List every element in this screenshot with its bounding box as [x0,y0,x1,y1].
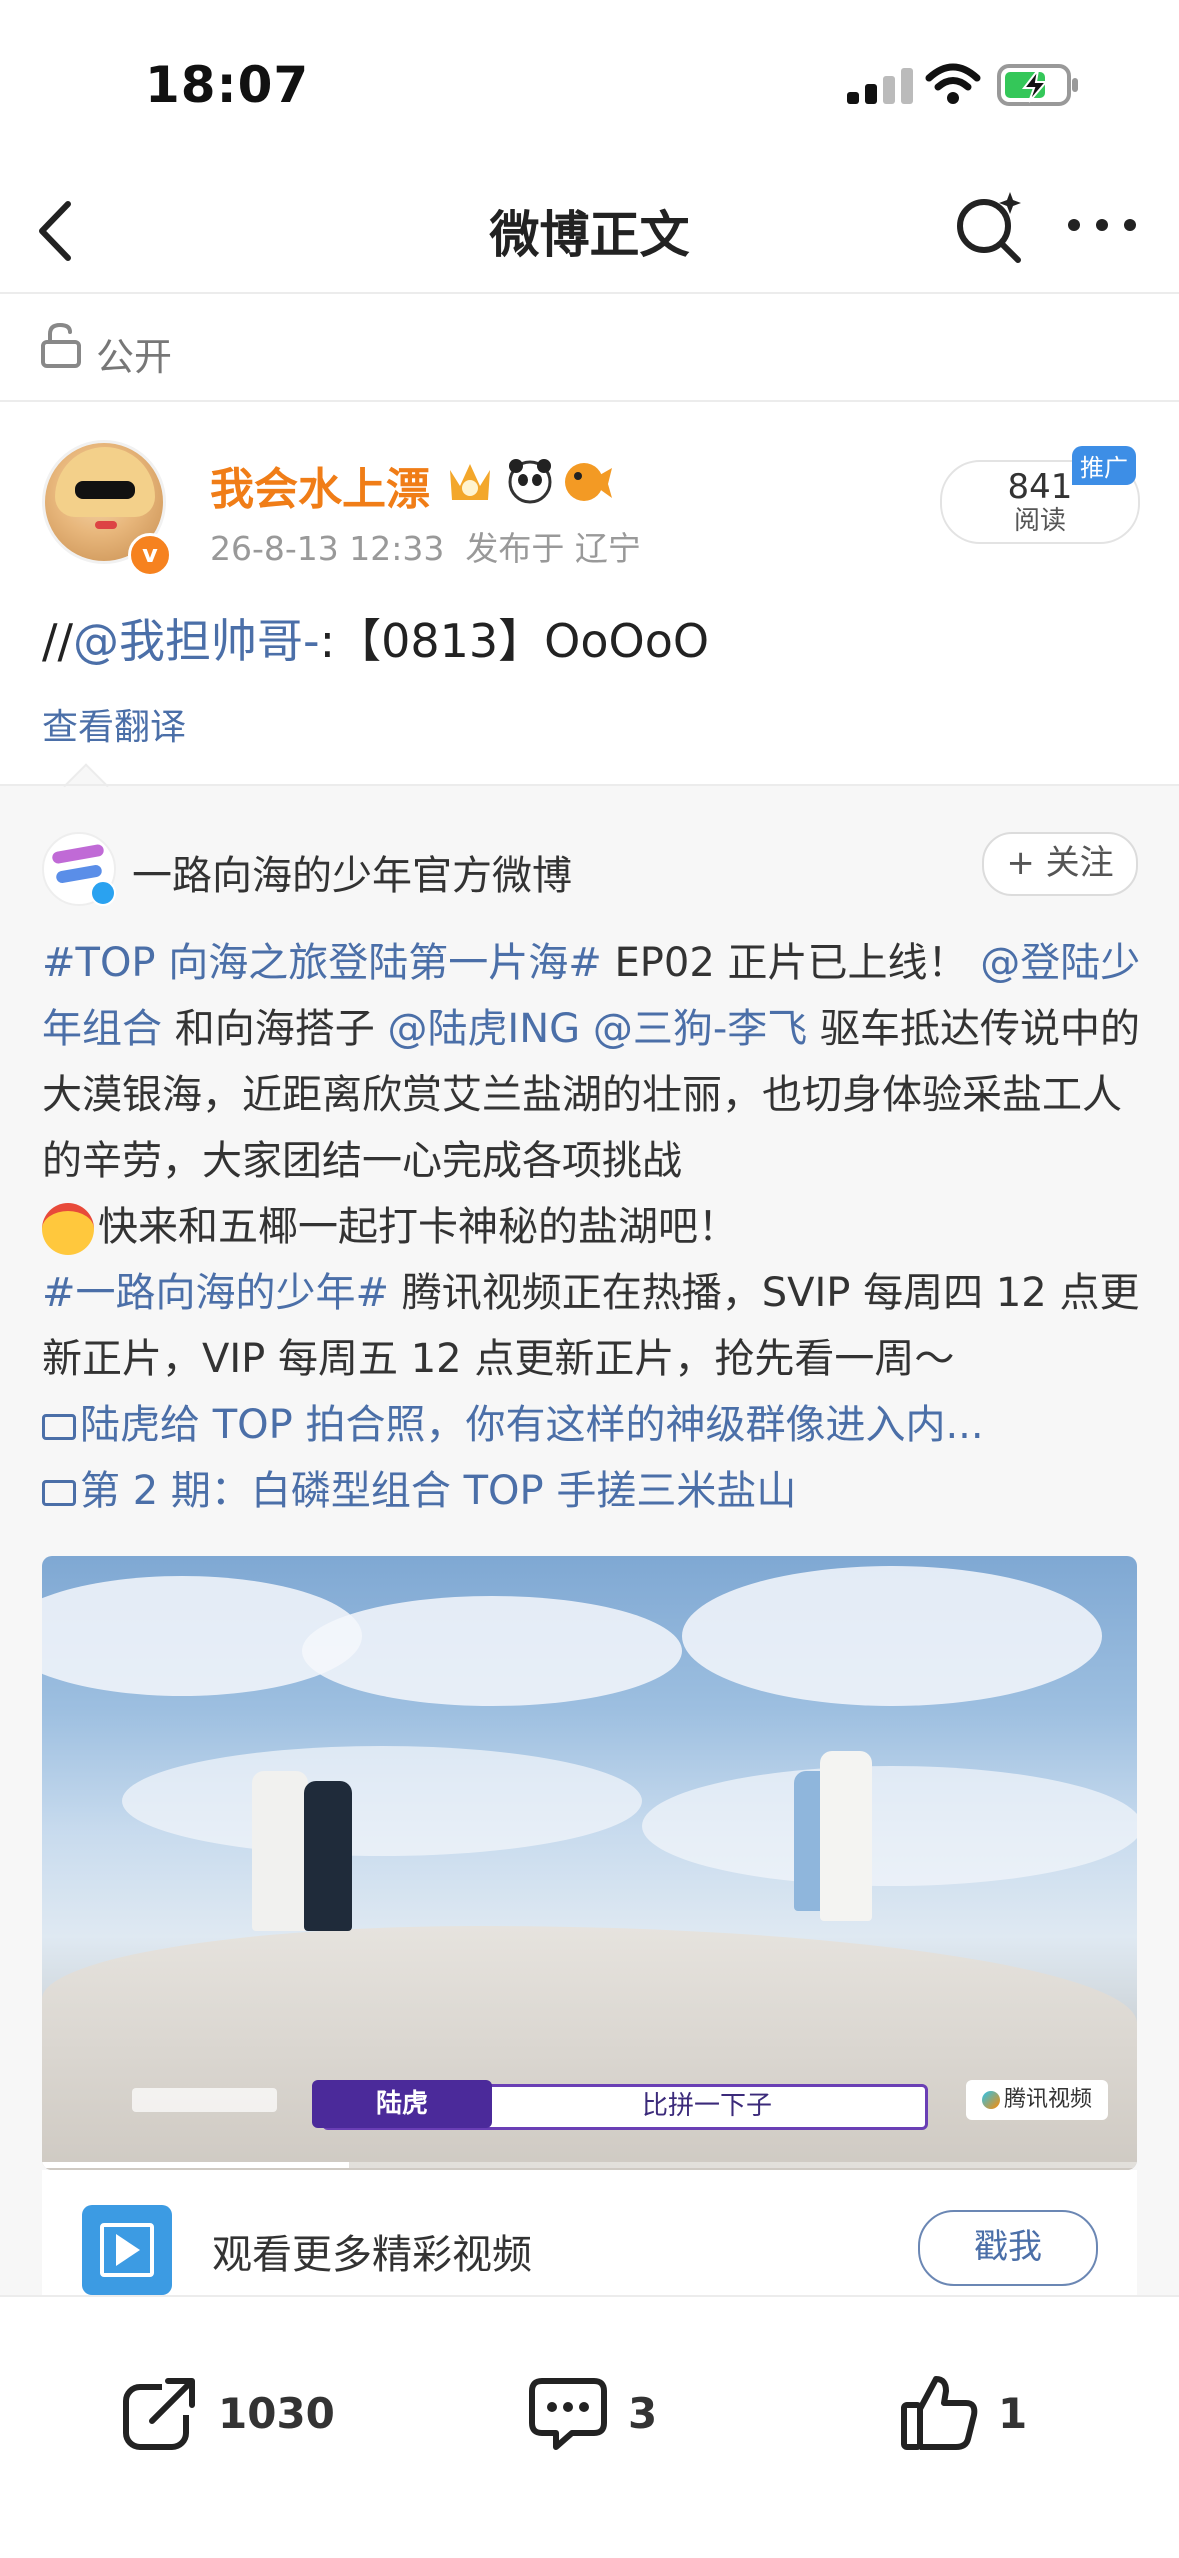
video-progress[interactable] [42,2162,1137,2168]
promo-tag[interactable]: 推广 [1072,446,1136,485]
video-player-icon [82,2205,172,2295]
search-sparkle-icon[interactable] [952,188,1026,264]
post-text-suffix: :【0813】OoOoO [319,614,710,668]
translate-link[interactable]: 查看翻译 [42,698,186,750]
follow-button[interactable]: + 关注 [982,832,1138,896]
bottom-action-bar: 1030 3 1 [0,2295,1179,2558]
visibility-label: 公开 [96,335,173,379]
battery-charging-icon [997,64,1078,106]
user-badges-icon [450,459,612,504]
hashtag-link[interactable]: #一路向海的少年# [42,1270,389,1316]
comment-count: 3 [628,2388,658,2438]
repost-count: 1030 [218,2388,335,2438]
like-count: 1 [998,2388,1028,2438]
original-author-name[interactable]: 一路向海的少年官方微博 [132,843,572,901]
video-link-2[interactable]: 第 2 期：白磷型组合 TOP 手搓三米盐山 [42,1458,1142,1524]
cellular-signal-icon [847,68,913,104]
platform-logo: 腾讯视频 [966,2080,1108,2120]
unlock-icon [41,322,81,368]
body-text-2: 和向海搭子 [162,1006,388,1052]
post-time: 26-8-13 12:33 [210,529,445,568]
emoji-icon [42,1203,94,1255]
video-link-1-text[interactable]: 陆虎给 TOP 拍合照，你有这样的神级群像进入内... [80,1402,984,1448]
original-post-text: #TOP 向海之旅登陆第一片海# EP02 正片已上线！ @登陆少年组合 和向海… [42,930,1142,1524]
hashtag-link[interactable]: #TOP 向海之旅登陆第一片海# [42,940,602,986]
repost-divider [0,784,1179,786]
video-progress-fill [42,2162,349,2168]
video-player[interactable]: 陆虎 比拼一下子 腾讯视频 [42,1556,1137,2170]
video-link-1[interactable]: 陆虎给 TOP 拍合照，你有这样的神级群像进入内... [42,1392,1142,1458]
nav-divider [0,292,1179,294]
more-video-row[interactable]: 观看更多精彩视频 戳我 [42,2170,1137,2295]
like-action[interactable]: 1 [900,2373,1027,2453]
verified-badge-icon: v [128,533,172,577]
more-icon[interactable] [1066,212,1138,238]
status-time: 18:07 [145,56,310,114]
read-label: 阅读 [1013,506,1066,536]
caption-name: 陆虎 [312,2080,492,2128]
visibility-divider [0,400,1179,402]
comment-action[interactable]: 3 [528,2373,657,2453]
post-meta: 26-8-13 12:33 发布于 辽宁 [210,522,641,570]
video-watermark [132,2088,277,2112]
video-link-2-text[interactable]: 第 2 期：白磷型组合 TOP 手搓三米盐山 [80,1468,796,1514]
caption-text: 比拼一下子 [641,2091,772,2121]
wifi-icon [925,63,981,104]
body-text-4: 快来和五椰一起打卡神秘的盐湖吧！ [98,1204,738,1250]
body-text-1: EP02 正片已上线！ [601,940,968,986]
comment-icon [529,2378,607,2450]
mention-link[interactable]: @三狗-李飞 [593,1006,807,1052]
username[interactable]: 我会水上漂 [210,453,430,517]
mention-link[interactable]: @陆虎ING [387,1006,580,1052]
original-verified-icon [90,880,116,906]
poke-button[interactable]: 戳我 [918,2210,1098,2286]
more-video-label: 观看更多精彩视频 [212,2232,532,2278]
share-icon [123,2375,198,2450]
post-location: 发布于 辽宁 [465,529,641,568]
post-text: //@我担帅哥-:【0813】OoOoO [42,605,709,671]
video-icon [42,1480,76,1506]
mention-link[interactable]: @我担帅哥- [73,614,320,668]
thumbs-up-icon [901,2376,978,2450]
platform-label: 腾讯视频 [1003,2087,1092,2112]
video-icon [42,1414,76,1440]
tencent-video-icon [981,2091,1000,2109]
repost-action[interactable]: 1030 [122,2373,335,2453]
post-text-prefix: // [42,614,73,668]
